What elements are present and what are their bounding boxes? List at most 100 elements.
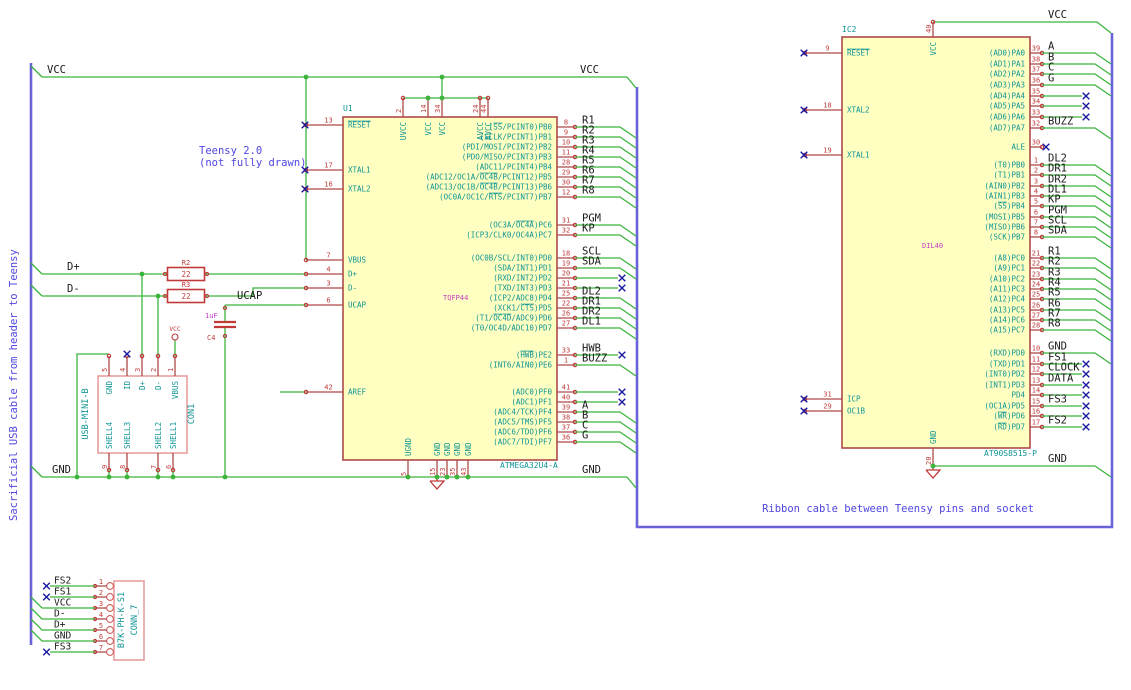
pin-name: GND <box>929 430 938 444</box>
pin-name: (AD6)PA6 <box>989 113 1026 122</box>
pin-number: 2 <box>99 589 103 597</box>
junction-dot <box>454 474 460 480</box>
net-label[interactable]: FS3 <box>1048 394 1067 406</box>
pin-name: (SCK)PB7 <box>989 233 1025 242</box>
pin-number: 23 <box>439 468 447 476</box>
net-label[interactable]: VCC <box>54 598 71 609</box>
net-label[interactable]: VCC <box>1048 9 1067 21</box>
pin-name: (RD)PD7 <box>993 423 1025 432</box>
capacitor-value: 1uF <box>205 312 218 320</box>
pin-number: 2 <box>395 109 403 113</box>
pin-name: VBUS <box>171 381 180 400</box>
ic-value: AT90S8515-P <box>984 449 1037 458</box>
net-label[interactable]: BUZZ <box>1048 116 1073 128</box>
net-label[interactable]: BUZZ <box>582 353 607 365</box>
pin-name: PD4 <box>1011 391 1025 400</box>
pin-name: (T0/OC4D/ADC10)PD7 <box>471 324 552 333</box>
pin-number: 16 <box>1032 408 1040 416</box>
pin-number: 15 <box>429 468 437 476</box>
pin-number: 6 <box>1034 209 1038 217</box>
connector-reference: CONN_7 <box>130 605 140 636</box>
net-label[interactable]: SDA <box>1048 225 1068 237</box>
ic-reference: U1 <box>343 104 353 113</box>
net-label[interactable]: GND <box>1048 453 1067 465</box>
pin-name: (A13)PC5 <box>989 306 1025 315</box>
junction-dot <box>465 474 471 480</box>
net-label[interactable]: G <box>582 430 588 442</box>
net-label[interactable]: VCC <box>580 64 599 76</box>
net-label[interactable]: D+ <box>67 261 80 273</box>
junction-dot <box>425 95 431 101</box>
net-label[interactable]: R8 <box>582 185 595 197</box>
net-label[interactable]: UCAP <box>237 290 262 302</box>
pin-number: 27 <box>1032 312 1040 320</box>
pin-number: 35 <box>449 468 457 476</box>
pin-number: 44 <box>480 105 488 113</box>
net-label[interactable]: GND <box>52 464 71 476</box>
net-label[interactable]: SDA <box>582 256 602 268</box>
net-label[interactable]: GND <box>54 631 71 642</box>
net-label[interactable]: VCC <box>47 64 66 76</box>
pin-number: 28 <box>562 159 570 167</box>
pin-number: 19 <box>823 147 831 155</box>
net-label[interactable]: GND <box>582 464 601 476</box>
pin-number: 13 <box>324 117 332 125</box>
pin-name: (AD1)PA1 <box>989 60 1025 69</box>
pin-name: SHELL4 <box>105 421 114 449</box>
net-label[interactable]: DATA <box>1048 373 1074 385</box>
pin-name: VBUS <box>348 256 367 265</box>
net-label[interactable]: FS2 <box>1048 415 1067 427</box>
pin-number: 5 <box>101 368 109 372</box>
net-label[interactable]: D+ <box>54 620 66 631</box>
pin-name: SHELL3 <box>123 422 132 449</box>
pin-name: (OC1A)PD5 <box>984 402 1025 411</box>
junction-dot <box>930 463 936 469</box>
net-label[interactable]: KP <box>582 223 595 235</box>
pin-number: 7 <box>326 252 330 260</box>
pin-number: 7 <box>99 644 103 652</box>
pin-name: SHELL1 <box>169 422 178 449</box>
pin-number: 14 <box>420 105 428 113</box>
pin-number: 30 <box>562 179 570 187</box>
pin-number: 21 <box>1032 250 1040 258</box>
net-label[interactable]: FS3 <box>54 642 71 653</box>
pin-number: 8 <box>564 119 568 127</box>
ic-u1[interactable]: U1ATMEGA32U4-ATQFP4413RESET17XTAL116XTAL… <box>301 95 637 480</box>
pin-name: (OC3A/OC4A)PC6 <box>489 221 553 230</box>
pin-name: (HWB)PE2 <box>516 351 552 360</box>
pin-name: (RXD)PD0 <box>989 349 1026 358</box>
junction-dot <box>155 293 161 299</box>
pin-name: D- <box>154 381 163 390</box>
pin-name: (SDA/INT1)PD1 <box>493 264 552 273</box>
junction-dot <box>155 474 161 480</box>
pin-number: 31 <box>823 391 831 399</box>
junction-dot <box>124 474 130 480</box>
pin-number: 24 <box>1032 281 1040 289</box>
net-label[interactable]: R8 <box>1048 318 1061 330</box>
pin-name: (A11)PC3 <box>989 285 1025 294</box>
net-label[interactable]: FS1 <box>54 587 71 598</box>
pin-number: 27 <box>562 320 570 328</box>
pin-name: GND <box>433 442 442 456</box>
pin-number: 28 <box>1032 322 1040 330</box>
connector-value: USB-MINI-B <box>81 388 91 439</box>
net-label[interactable]: FS2 <box>54 576 71 587</box>
net-label[interactable]: G <box>1048 73 1054 85</box>
net-label[interactable]: D- <box>54 609 65 620</box>
pin-number: 20 <box>925 457 933 465</box>
pin-number: 12 <box>1032 366 1040 374</box>
pin-number: 11 <box>1032 356 1040 364</box>
pin-name: OC1B <box>847 407 866 416</box>
net-label[interactable]: DL1 <box>582 316 601 328</box>
pin-name: (T1)PB1 <box>993 171 1025 180</box>
pin-name: GND <box>464 442 473 456</box>
pin-name: (WR)PD6 <box>993 412 1025 421</box>
net-label[interactable]: D- <box>67 283 80 295</box>
pin-number: 19 <box>562 260 570 268</box>
pin-name: (AD0)PA0 <box>989 49 1026 58</box>
schematic-canvas: U1ATMEGA32U4-ATQFP4413RESET17XTAL116XTAL… <box>0 0 1131 690</box>
junction-dot <box>74 474 80 480</box>
pin-name: VCC <box>929 42 938 56</box>
pin-name: (SS/PCINT0)PB0 <box>489 123 553 132</box>
resistor-reference: R3 <box>182 281 190 289</box>
